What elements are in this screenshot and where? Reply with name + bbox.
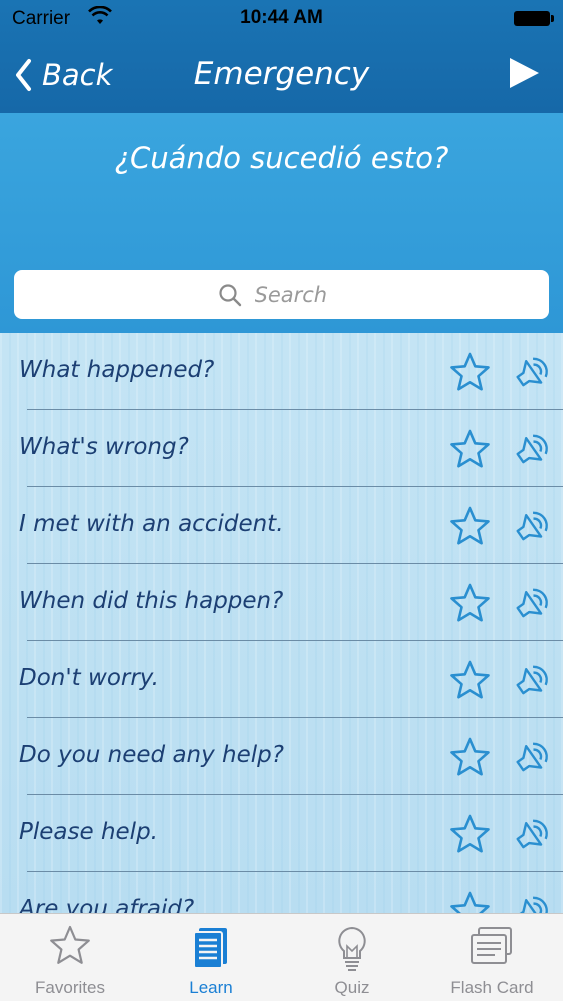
list-item[interactable]: Do you need any help? xyxy=(0,718,563,795)
speaker-icon[interactable] xyxy=(512,738,552,778)
star-icon[interactable] xyxy=(448,505,492,547)
phrase-text: What happened? xyxy=(19,357,215,383)
star-icon[interactable] xyxy=(448,813,492,855)
tab-label: Flash Card xyxy=(450,978,534,997)
star-icon[interactable] xyxy=(448,351,492,393)
speaker-icon[interactable] xyxy=(512,507,552,547)
search-input[interactable] xyxy=(252,281,347,308)
phrase-text: Please help. xyxy=(19,819,158,845)
list-item[interactable]: Please help. xyxy=(0,795,563,872)
speaker-icon[interactable] xyxy=(512,584,552,624)
tab-quiz[interactable]: Quiz xyxy=(282,914,422,1001)
phrase-banner: ¿Cuándo sucedió esto? xyxy=(0,113,563,333)
speaker-icon[interactable] xyxy=(512,353,552,393)
phrase-list: What happened? What's wrong? I met with … xyxy=(0,333,563,913)
document-list-icon xyxy=(193,928,227,969)
speaker-icon[interactable] xyxy=(512,892,552,913)
status-bar: Carrier 10:44 AM xyxy=(0,0,563,38)
phrase-text: I met with an accident. xyxy=(19,511,284,537)
search-bar[interactable] xyxy=(14,270,549,319)
tab-label: Learn xyxy=(189,978,233,997)
phrase-text: What's wrong? xyxy=(19,434,189,460)
list-item[interactable]: Don't worry. xyxy=(0,641,563,718)
tab-flash-card[interactable]: Flash Card xyxy=(422,914,562,1001)
star-icon[interactable] xyxy=(448,428,492,470)
tab-label: Quiz xyxy=(334,978,370,997)
star-icon[interactable] xyxy=(448,659,492,701)
translated-phrase: ¿Cuándo sucedió esto? xyxy=(114,141,449,175)
star-icon xyxy=(50,925,90,964)
search-icon xyxy=(218,283,241,306)
lightbulb-icon xyxy=(338,926,366,971)
tab-learn[interactable]: Learn xyxy=(141,914,281,1001)
top-bar: Carrier 10:44 AM Back Emergency xyxy=(0,0,563,113)
tab-bar: Favorites Learn Quiz Flash Card xyxy=(0,913,563,1001)
list-item[interactable]: When did this happen? xyxy=(0,564,563,641)
phrase-text: Do you need any help? xyxy=(19,742,284,768)
star-icon[interactable] xyxy=(448,736,492,778)
status-time: 10:44 AM xyxy=(240,7,323,28)
play-icon[interactable] xyxy=(507,56,541,90)
tab-favorites[interactable]: Favorites xyxy=(0,914,140,1001)
list-item[interactable]: I met with an accident. xyxy=(0,487,563,564)
flash-card-icon xyxy=(471,927,512,964)
star-icon[interactable] xyxy=(448,582,492,624)
phrase-text: Are you afraid? xyxy=(19,896,195,913)
list-item[interactable]: Are you afraid? xyxy=(0,872,563,913)
battery-icon xyxy=(514,11,554,26)
phrase-text: When did this happen? xyxy=(19,588,284,614)
phrase-text: Don't worry. xyxy=(19,665,159,691)
speaker-icon[interactable] xyxy=(512,661,552,701)
star-icon[interactable] xyxy=(448,890,492,913)
tab-label: Favorites xyxy=(35,978,105,997)
speaker-icon[interactable] xyxy=(512,430,552,470)
list-item[interactable]: What's wrong? xyxy=(0,410,563,487)
speaker-icon[interactable] xyxy=(512,815,552,855)
list-item[interactable]: What happened? xyxy=(0,333,563,410)
page-title: Emergency xyxy=(193,56,370,92)
